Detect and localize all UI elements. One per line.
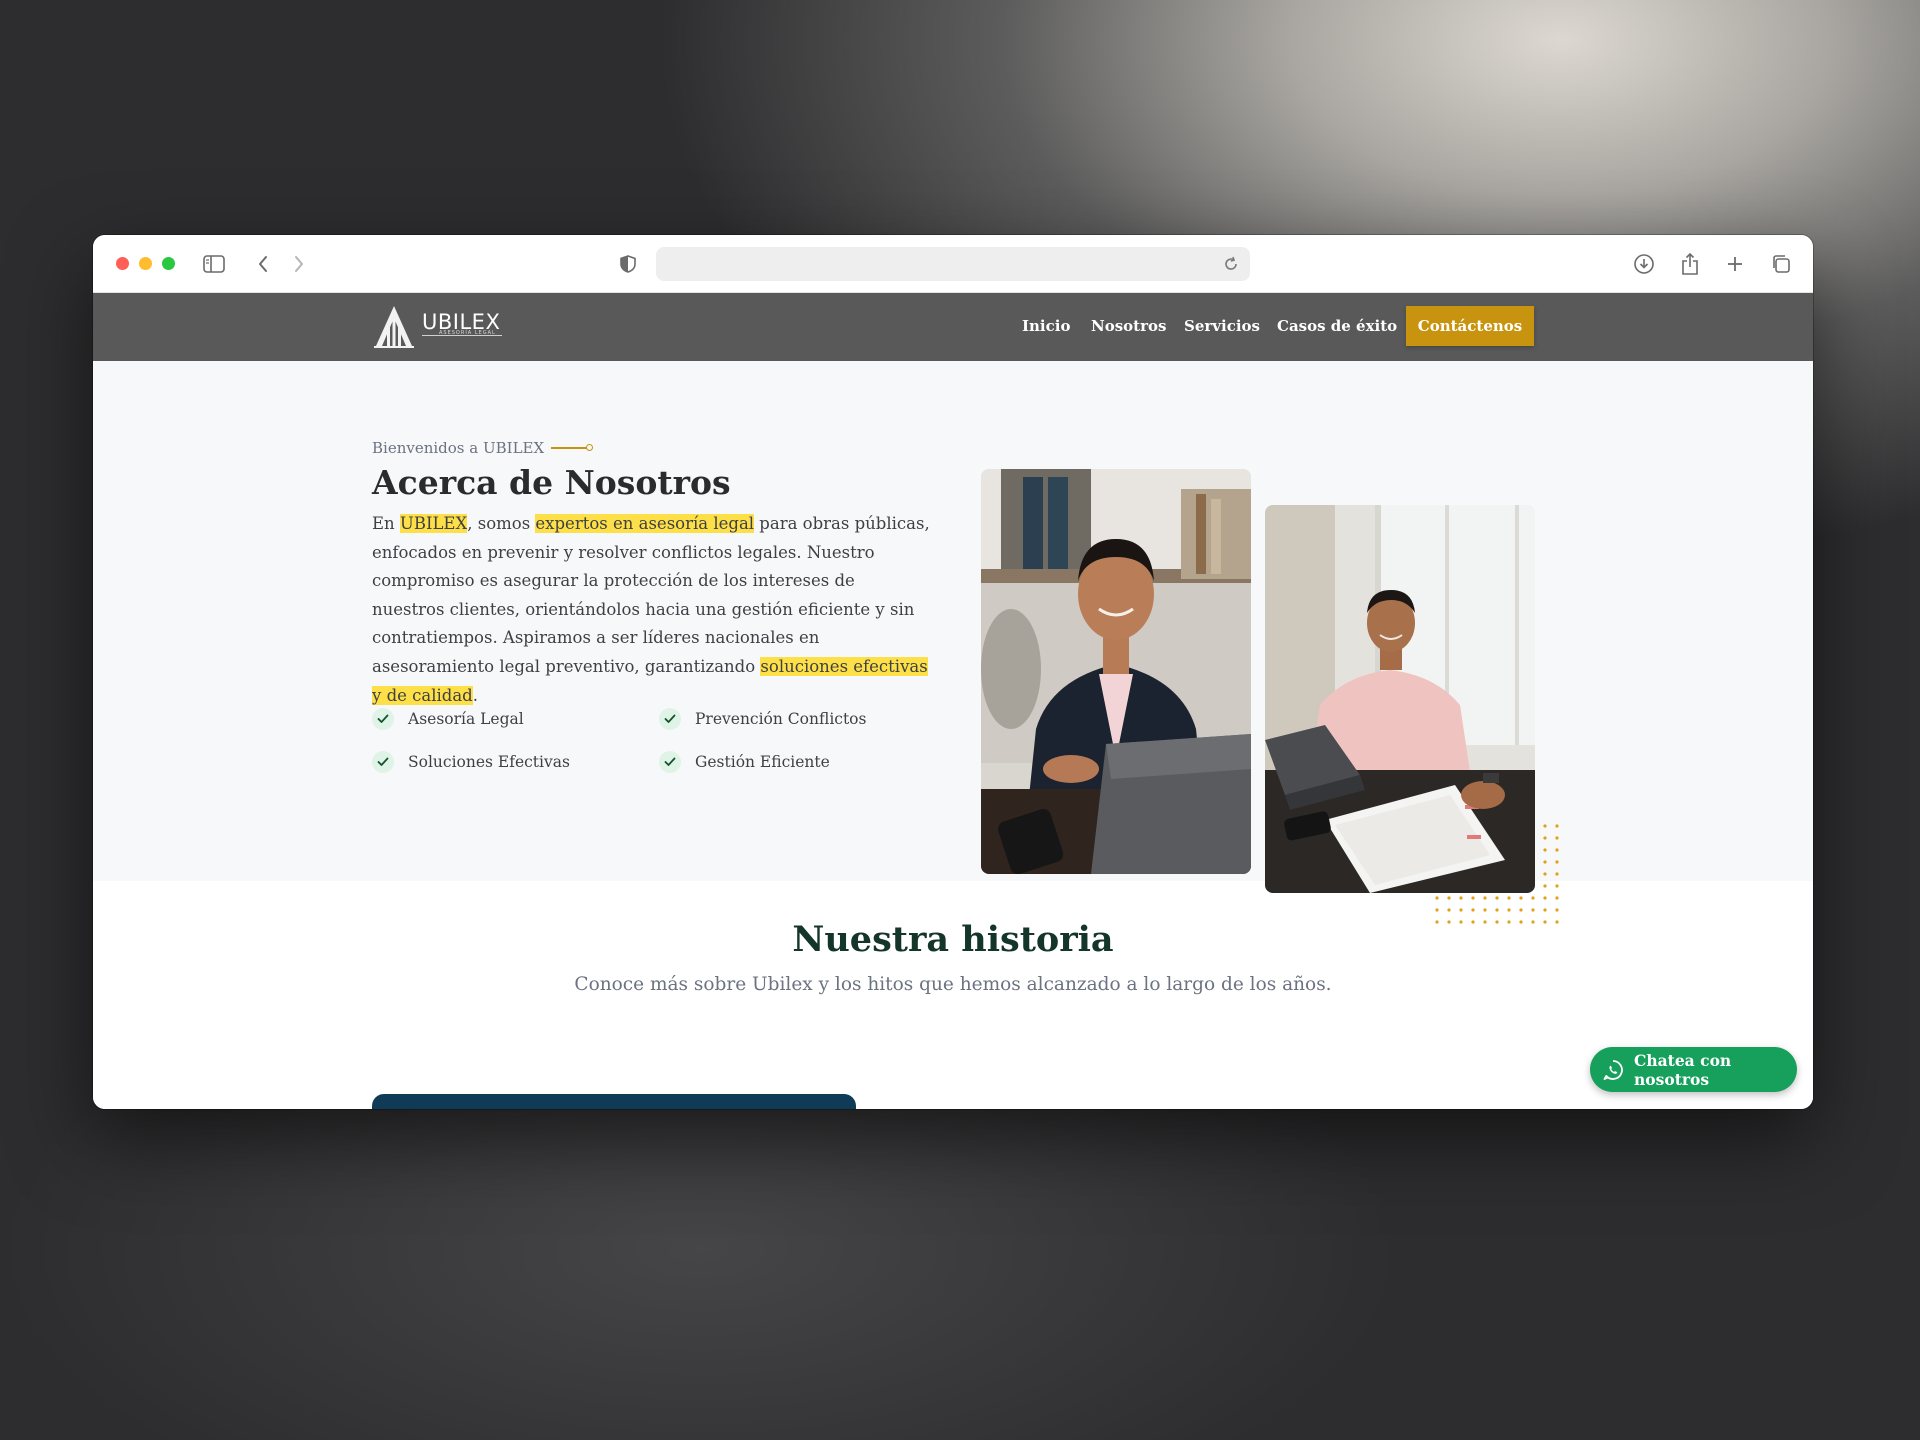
about-paragraph: En UBILEX, somos expertos en asesoría le…	[372, 510, 932, 710]
minimize-window-button[interactable]	[139, 257, 152, 270]
feature-label: Soluciones Efectivas	[408, 753, 570, 771]
feature-label: Prevención Conflictos	[695, 710, 867, 728]
web-page: UBILEX ASESORÍA LEGAL Inicio Nosotros Se…	[93, 293, 1813, 1109]
whatsapp-chat-button[interactable]: Chatea con nosotros	[1590, 1047, 1797, 1092]
about-section: Bienvenidos a UBILEX Acerca de Nosotros …	[93, 361, 1813, 924]
chat-label: Chatea con nosotros	[1634, 1050, 1732, 1089]
whatsapp-icon	[1602, 1058, 1624, 1082]
feature-label: Asesoría Legal	[408, 710, 524, 728]
check-icon	[659, 751, 681, 773]
shield-icon[interactable]	[615, 251, 641, 277]
browser-window: UBILEX ASESORÍA LEGAL Inicio Nosotros Se…	[93, 235, 1813, 1109]
nav-link-casos-de-exito[interactable]: Casos de éxito	[1277, 317, 1397, 335]
back-icon[interactable]	[250, 251, 276, 277]
feature-item: Asesoría Legal	[372, 708, 524, 730]
eyebrow-dot	[586, 444, 593, 451]
timeline-card-header	[372, 1094, 856, 1109]
check-icon	[372, 708, 394, 730]
close-window-button[interactable]	[116, 257, 129, 270]
highlight-brand: UBILEX	[399, 514, 468, 533]
section-eyebrow: Bienvenidos a UBILEX	[372, 439, 545, 457]
share-icon[interactable]	[1677, 251, 1703, 277]
check-icon	[659, 708, 681, 730]
body-text: En	[372, 514, 400, 533]
contact-button[interactable]: Contáctenos	[1406, 306, 1534, 346]
download-icon[interactable]	[1631, 251, 1657, 277]
highlight-expertise: expertos en asesoría legal	[535, 514, 755, 533]
nav-link-servicios[interactable]: Servicios	[1184, 317, 1260, 335]
body-text: para obras públicas, enfocados en preven…	[372, 514, 930, 676]
browser-toolbar	[93, 235, 1813, 293]
feature-item: Soluciones Efectivas	[372, 751, 570, 773]
reload-icon[interactable]	[1218, 251, 1244, 277]
body-text: , somos	[467, 514, 536, 533]
nav-link-inicio[interactable]: Inicio	[1022, 317, 1070, 335]
history-title: Nuestra historia	[792, 919, 1114, 960]
new-tab-icon[interactable]	[1722, 251, 1748, 277]
forward-icon[interactable]	[286, 251, 312, 277]
feature-item: Prevención Conflictos	[659, 708, 866, 730]
site-navbar: UBILEX ASESORÍA LEGAL Inicio Nosotros Se…	[93, 293, 1813, 361]
nav-link-nosotros[interactable]: Nosotros	[1091, 317, 1166, 335]
decorative-dots-pattern	[1435, 824, 1559, 924]
feature-label: Gestión Eficiente	[695, 753, 830, 771]
sidebar-icon[interactable]	[201, 251, 227, 277]
address-bar[interactable]	[656, 247, 1250, 281]
tabs-overview-icon[interactable]	[1768, 251, 1794, 277]
about-title: Acerca de Nosotros	[372, 463, 731, 502]
body-text: .	[472, 685, 478, 705]
maximize-window-button[interactable]	[162, 257, 175, 270]
logo-tagline: ASESORÍA LEGAL	[439, 330, 496, 336]
check-icon	[372, 751, 394, 773]
eyebrow-line	[551, 447, 587, 449]
lawyer-portrait-photo	[981, 469, 1251, 874]
feature-item: Gestión Eficiente	[659, 751, 830, 773]
history-subtitle: Conoce más sobre Ubilex y los hitos que …	[574, 974, 1332, 995]
